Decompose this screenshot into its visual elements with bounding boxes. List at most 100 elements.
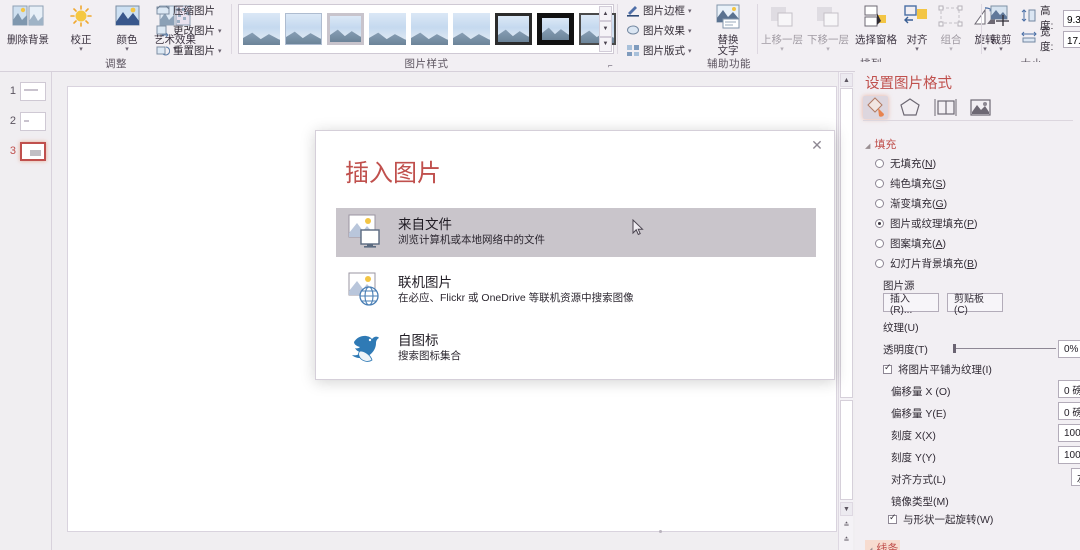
width-icon (1021, 30, 1037, 48)
picture-layout-caret-icon[interactable]: ▾ (688, 47, 692, 55)
offset-x-input[interactable]: 0 磅 (1058, 380, 1080, 398)
alt-text-icon (702, 4, 754, 34)
picture-style-thumb[interactable] (327, 13, 364, 45)
align-caret-icon[interactable]: ▾ (900, 46, 934, 53)
fill-option-solid-fill[interactable]: 纯色填充(S) (875, 176, 946, 191)
align-icon (900, 4, 934, 34)
picture-style-thumb[interactable] (285, 13, 322, 45)
bring-forward-button[interactable]: 上移一层 ▾ (760, 2, 804, 53)
mouse-cursor (632, 218, 644, 236)
picture-layout-button[interactable]: 图片版式 ▾ (626, 42, 692, 59)
picture-effects-icon (626, 24, 640, 37)
gallery-more-icon[interactable]: ▼ (599, 36, 612, 52)
picture-layout-icon (626, 44, 640, 57)
change-picture-caret-icon[interactable]: ▾ (218, 27, 222, 35)
gallery-scroll-buttons[interactable]: ▲ ▼ ▼ (599, 6, 612, 52)
canvas-vertical-scrollbar[interactable]: ▲ ▼ ≛ ≛ (838, 72, 853, 550)
dialog-option-icons[interactable]: 自图标 搜索图标集合 (336, 324, 816, 373)
picture-style-thumb[interactable] (369, 13, 406, 45)
picture-style-thumb[interactable] (495, 13, 532, 45)
scrollbar-track-lower[interactable] (840, 400, 853, 500)
corrections-caret-icon[interactable]: ▾ (58, 46, 104, 53)
group-icon (934, 4, 968, 34)
alignment-select[interactable]: 左 (1071, 468, 1080, 486)
insert-picture-button[interactable]: 插入(R)... (883, 293, 939, 316)
picture-effects-label: 图片效果 (643, 25, 685, 37)
picture-effects-caret-icon[interactable]: ▾ (688, 27, 692, 35)
dialog-option-from-file[interactable]: 来自文件 浏览计算机或本地网络中的文件 (336, 208, 816, 257)
picture-styles-gallery[interactable]: ▲ ▼ ▼ (238, 4, 616, 54)
transparency-label: 透明度(T) (883, 344, 928, 356)
offset-y-label: 偏移量 Y(E) (891, 408, 947, 420)
scale-x-input[interactable]: 100% (1058, 424, 1080, 442)
corrections-button[interactable]: 校正 ▾ (58, 2, 104, 53)
size-layout-tab[interactable] (933, 96, 958, 119)
slide-thumbnail-2[interactable]: 2 (4, 110, 48, 136)
color-caret-icon[interactable]: ▾ (106, 46, 148, 53)
selection-pane-button[interactable]: 选择窗格 (852, 2, 900, 46)
rotate-with-shape-checkbox[interactable]: 与形状一起旋转(W) (888, 512, 993, 527)
picture-style-thumb[interactable] (411, 13, 448, 45)
scroll-down-button[interactable]: ▼ (840, 502, 853, 516)
fill-option-picture-texture-fill[interactable]: 图片或纹理填充(P) (875, 216, 978, 231)
remove-background-button[interactable]: 删除背景 (2, 2, 54, 46)
texture-label[interactable]: 纹理(U) (883, 320, 919, 335)
option-title: 来自文件 (398, 217, 452, 232)
width-input[interactable]: 17.43 厘米 (1062, 30, 1080, 48)
picture-effects-button[interactable]: 图片效果 ▾ (626, 22, 692, 39)
fill-line-tab[interactable] (863, 96, 888, 119)
scroll-up-button[interactable]: ▲ (840, 73, 853, 87)
group-caret-icon[interactable]: ▾ (934, 46, 968, 53)
picture-style-thumb[interactable] (453, 13, 490, 45)
alt-text-button[interactable]: 替换 文字 (702, 2, 754, 57)
fill-option-no-fill[interactable]: 无填充(N) (875, 156, 936, 171)
corrections-icon (58, 4, 104, 34)
change-picture-button[interactable]: 更改图片 ▾ (156, 22, 222, 39)
radio-icon (875, 239, 884, 248)
fill-option-pattern-fill[interactable]: 图案填充(A) (875, 236, 946, 251)
send-backward-caret-icon[interactable]: ▾ (806, 46, 850, 53)
gallery-scroll-down-icon[interactable]: ▼ (599, 21, 612, 37)
tile-as-texture-checkbox[interactable]: 将图片平铺为纹理(I) (883, 362, 992, 377)
remove-background-icon (2, 4, 54, 34)
compress-picture-button[interactable]: 压缩图片 (156, 2, 215, 19)
crop-button[interactable]: 裁剪 ▾ (983, 2, 1019, 53)
scrollbar-thumb[interactable] (840, 88, 853, 398)
transparency-slider[interactable] (954, 348, 1056, 349)
picture-styles-dialog-launcher[interactable]: ⌐ (608, 61, 613, 70)
picture-style-thumb[interactable] (537, 13, 574, 45)
bring-forward-caret-icon[interactable]: ▾ (760, 46, 804, 53)
picture-style-thumb[interactable] (243, 13, 280, 45)
fill-option-slide-background-fill[interactable]: 幻灯片背景填充(B) (875, 256, 978, 271)
slide-thumbnail-3[interactable]: 3 (4, 140, 48, 166)
gallery-scroll-up-icon[interactable]: ▲ (599, 6, 612, 22)
slide-thumbnail-panel[interactable]: 1 2 3 (0, 72, 52, 550)
line-section-header[interactable]: ◢线条 (865, 540, 901, 550)
close-icon[interactable]: ✕ (808, 136, 826, 154)
slide-thumbnail-1[interactable]: 1 (4, 80, 48, 106)
offset-y-input[interactable]: 0 磅 (1058, 402, 1080, 420)
transparency-input[interactable]: 0% (1058, 340, 1080, 358)
color-button[interactable]: 颜色 ▾ (106, 2, 148, 53)
reset-picture-caret-icon[interactable]: ▾ (218, 47, 222, 55)
fill-section-header[interactable]: ◢ 填充 (865, 136, 896, 152)
effects-tab[interactable] (898, 96, 923, 119)
group-button[interactable]: 组合 ▾ (934, 2, 968, 53)
picture-border-caret-icon[interactable]: ▾ (688, 7, 692, 15)
picture-border-button[interactable]: 图片边框 ▾ (626, 2, 692, 19)
fill-option-gradient-fill[interactable]: 渐变填充(G) (875, 196, 947, 211)
scale-y-input[interactable]: 100% (1058, 446, 1080, 464)
clipboard-button[interactable]: 剪贴板(C) (947, 293, 1003, 316)
crop-caret-icon[interactable]: ▾ (983, 46, 1019, 53)
radio-icon (875, 199, 884, 208)
insert-picture-dialog[interactable]: ✕ 插入图片 来自文件 浏览计算机或本地网络中的文件 联机图片 在必应、Flic… (315, 130, 835, 380)
next-slide-button[interactable]: ≛ (840, 533, 853, 547)
picture-tab[interactable] (968, 96, 993, 119)
picture-border-label: 图片边框 (643, 5, 685, 17)
previous-slide-button[interactable]: ≛ (840, 518, 853, 532)
send-backward-button[interactable]: 下移一层 ▾ (806, 2, 850, 53)
dialog-option-online-pictures[interactable]: 联机图片 在必应、Flickr 或 OneDrive 等联机资源中搜索图像 (336, 266, 816, 315)
align-button[interactable]: 对齐 ▾ (900, 2, 934, 53)
transparency-slider-knob[interactable] (953, 344, 956, 353)
dialog-title: 插入图片 (345, 160, 441, 187)
